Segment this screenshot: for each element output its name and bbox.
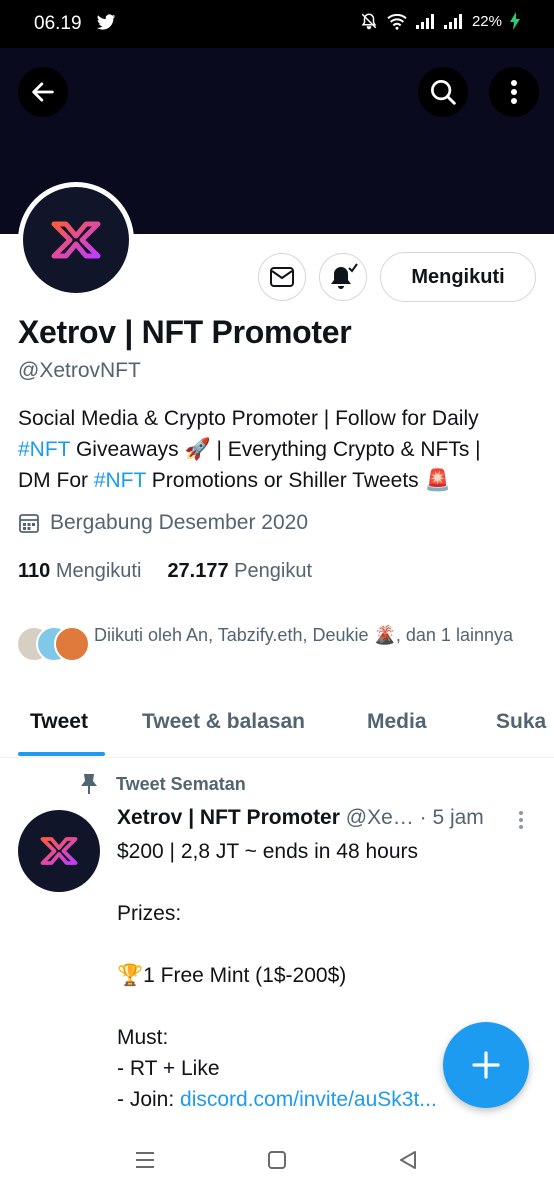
profile-bio: Social Media & Crypto Promoter | Follow … bbox=[18, 403, 538, 496]
status-icons: 22% bbox=[360, 12, 520, 30]
tweet-author-name[interactable]: Xetrov | NFT Promoter bbox=[117, 806, 340, 829]
tweet-author-handle: @Xe… bbox=[345, 806, 414, 829]
calendar-icon bbox=[19, 514, 39, 533]
avatar-image bbox=[23, 187, 129, 293]
pinned-tweet-label: Tweet Sematan bbox=[80, 773, 246, 795]
plus-icon bbox=[472, 1051, 500, 1079]
hashtag-link[interactable]: #NFT bbox=[94, 469, 146, 492]
signal-icon bbox=[415, 14, 434, 29]
tab-tweets[interactable]: Tweet bbox=[30, 710, 88, 734]
bio-text: Promotions or Shiller Tweets 🚨 bbox=[145, 469, 451, 492]
profile-handle: @XetrovNFT bbox=[18, 359, 141, 382]
tweet-more-icon[interactable] bbox=[518, 810, 524, 830]
message-button[interactable] bbox=[258, 253, 306, 301]
followers-count-link[interactable]: 27.177 Pengikut bbox=[167, 560, 312, 583]
status-bar: 06.19 22% bbox=[0, 0, 554, 48]
discord-link[interactable]: discord.com/invite/auSk3t... bbox=[180, 1088, 437, 1111]
bio-text: Giveaways 🚀 | Everything Crypto & NFTs | bbox=[70, 438, 481, 461]
profile-name: Xetrov | NFT Promoter bbox=[18, 314, 352, 350]
join-date: Bergabung Desember 2020 bbox=[18, 511, 308, 535]
pinned-label-text: Tweet Sematan bbox=[116, 773, 246, 794]
xetrov-logo-icon bbox=[51, 221, 101, 259]
system-nav-bar bbox=[0, 1128, 554, 1200]
following-button[interactable]: Mengikuti bbox=[380, 252, 536, 302]
notifications-button[interactable] bbox=[319, 253, 367, 301]
xetrov-logo-icon bbox=[40, 837, 78, 865]
profile-avatar[interactable] bbox=[18, 182, 134, 298]
hashtag-link[interactable]: #NFT bbox=[18, 438, 70, 461]
following-count: 110 bbox=[18, 560, 51, 582]
bell-check-icon bbox=[331, 263, 358, 289]
charging-icon bbox=[510, 12, 520, 30]
following-count-link[interactable]: 110 Mengikuti bbox=[18, 560, 141, 583]
battery-percent: 22% bbox=[471, 12, 502, 30]
arrow-left-icon bbox=[32, 82, 54, 102]
tweet-header: Xetrov | NFT Promoter @Xe… · 5 jam bbox=[117, 806, 537, 830]
twitter-notification-icon bbox=[96, 14, 116, 30]
envelope-icon bbox=[270, 267, 294, 287]
search-button[interactable] bbox=[418, 67, 468, 117]
followed-by-text: Diikuti oleh An, Tabzify.eth, Deukie 🌋, … bbox=[94, 625, 513, 645]
search-icon bbox=[431, 80, 456, 105]
profile-tabs: Tweet Tweet & balasan Media Suka bbox=[0, 700, 554, 758]
recent-apps-icon[interactable] bbox=[134, 1150, 156, 1170]
more-vertical-icon bbox=[511, 80, 517, 104]
tab-likes[interactable]: Suka bbox=[496, 710, 546, 734]
home-icon[interactable] bbox=[267, 1150, 287, 1170]
pin-icon bbox=[81, 774, 97, 794]
follower-avatar bbox=[54, 626, 90, 662]
tweet-join-prefix: - Join: bbox=[117, 1088, 181, 1111]
more-options-button[interactable] bbox=[489, 67, 539, 117]
tab-media[interactable]: Media bbox=[367, 710, 427, 734]
followers-label: Pengikut bbox=[234, 560, 313, 582]
tweet-time: · 5 jam bbox=[419, 806, 484, 829]
back-button[interactable] bbox=[18, 67, 68, 117]
tweet-author-avatar[interactable] bbox=[18, 810, 100, 892]
following-label: Mengikuti bbox=[55, 560, 142, 582]
active-tab-indicator bbox=[18, 752, 105, 756]
join-date-text: Bergabung Desember 2020 bbox=[50, 511, 309, 534]
status-time: 06.19 bbox=[34, 13, 82, 34]
wifi-icon bbox=[387, 13, 407, 30]
tweet-text: $200 | 2,8 JT ~ ends in 48 hours Prizes:… bbox=[117, 840, 419, 1080]
bio-text: DM For bbox=[18, 469, 94, 492]
followers-count: 27.177 bbox=[167, 560, 229, 582]
signal-icon-2 bbox=[443, 14, 462, 29]
back-nav-icon[interactable] bbox=[398, 1150, 418, 1170]
compose-tweet-button[interactable] bbox=[443, 1022, 529, 1108]
bio-text: Social Media & Crypto Promoter | Follow … bbox=[18, 407, 479, 430]
mute-notifications-icon bbox=[361, 13, 377, 30]
follow-stats: 110 Mengikuti 27.177 Pengikut bbox=[18, 560, 312, 583]
tab-tweets-replies[interactable]: Tweet & balasan bbox=[142, 710, 305, 734]
